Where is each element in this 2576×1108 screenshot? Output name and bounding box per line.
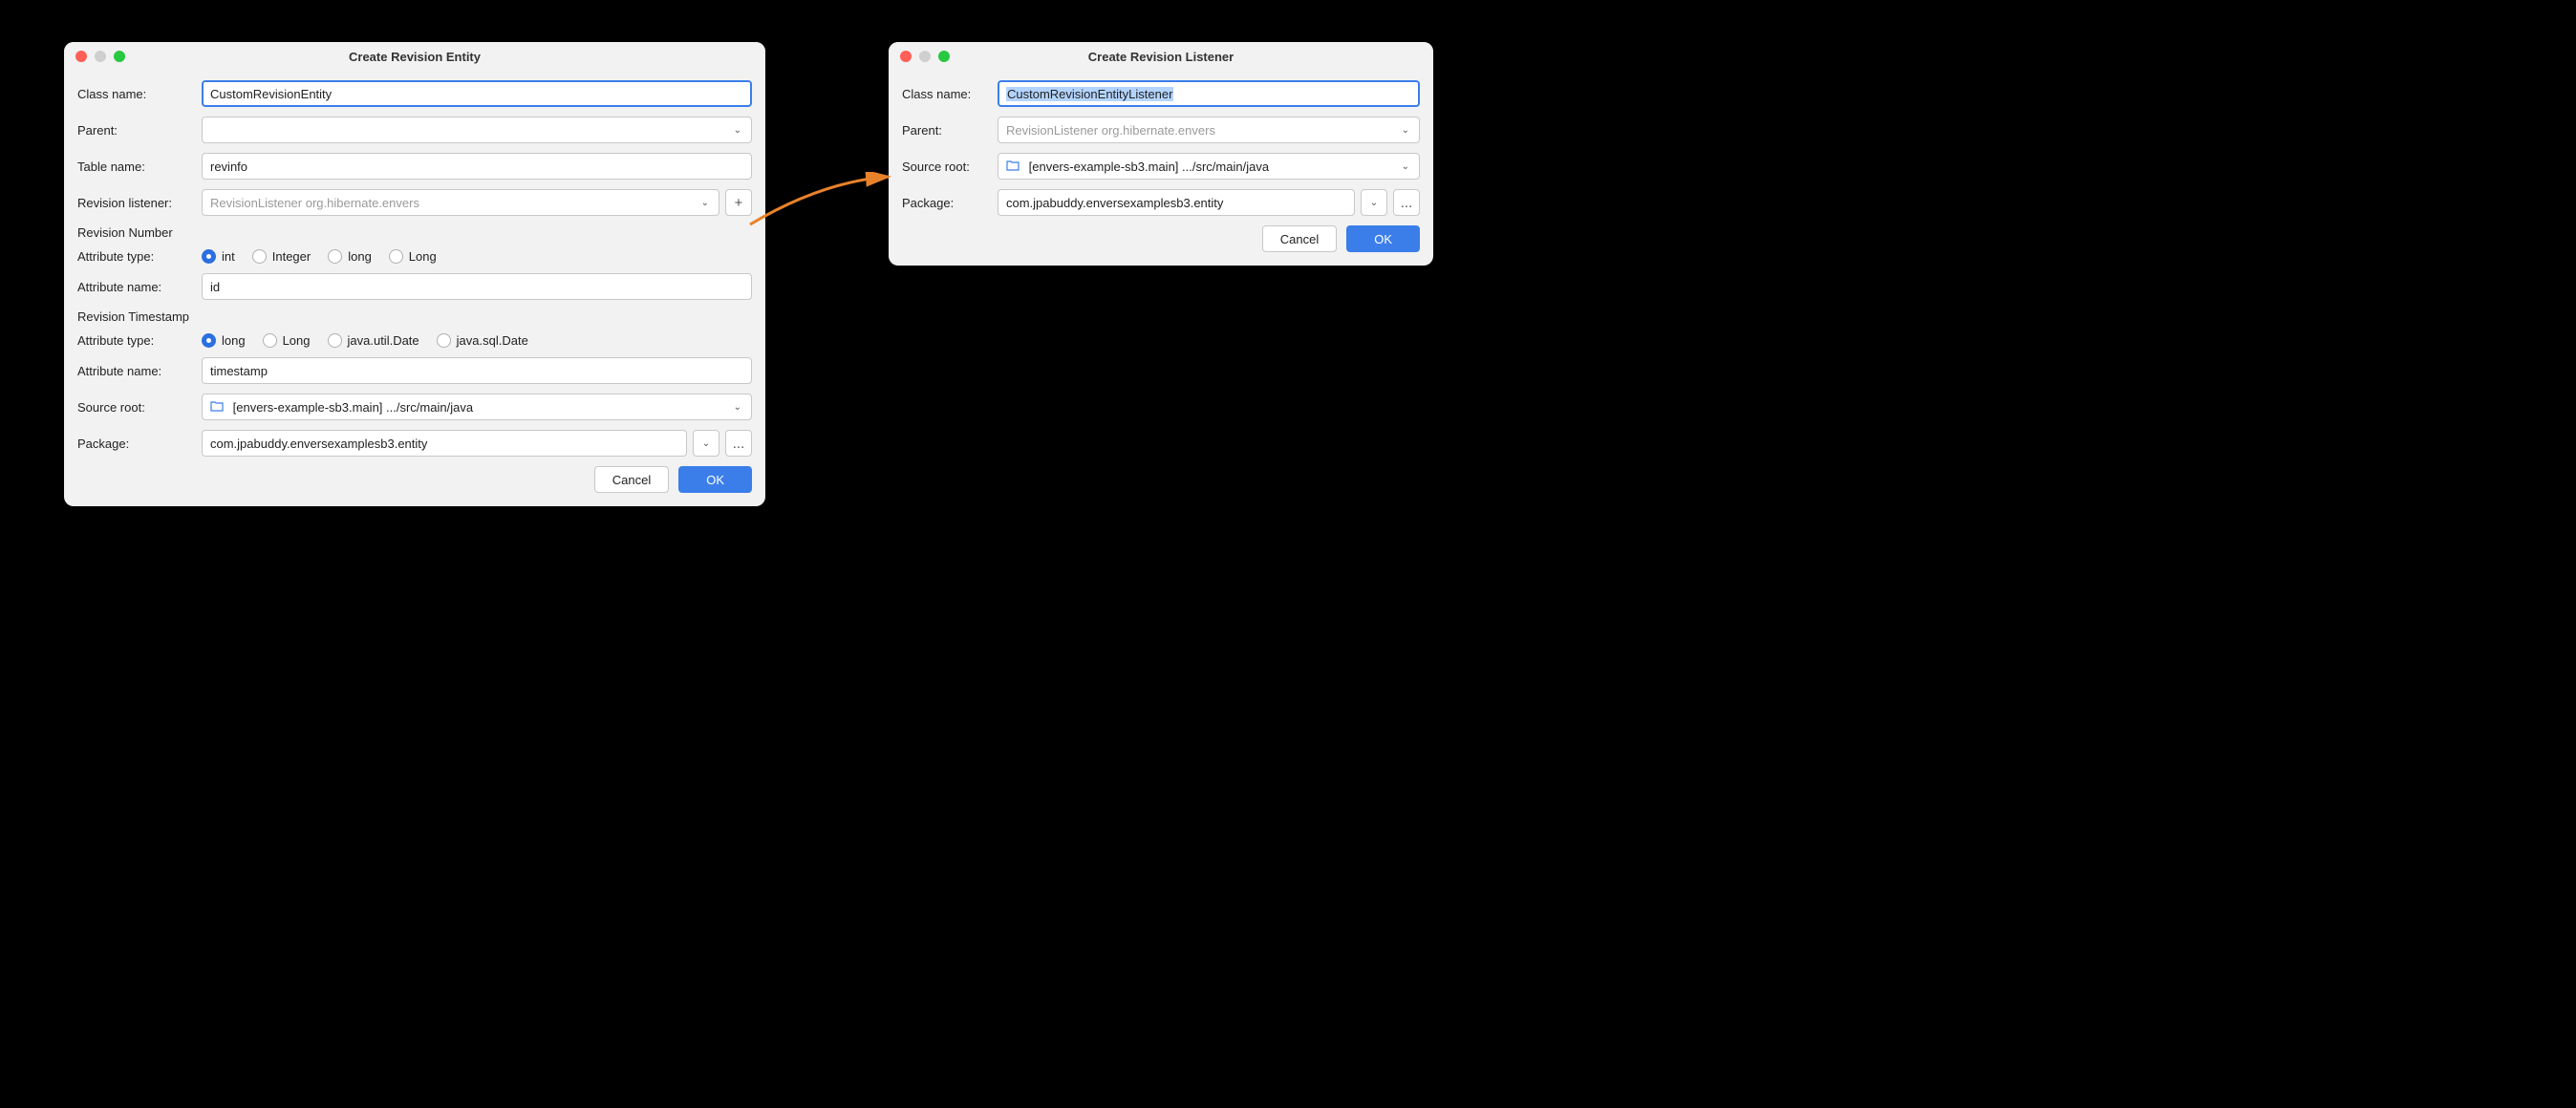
source-root-value: [envers-example-sb3.main] .../src/main/j… <box>233 400 473 415</box>
package-value: com.jpabuddy.enversexamplesb3.entity <box>1006 196 1223 210</box>
chevron-down-icon: ⌄ <box>1396 161 1415 172</box>
source-root-label: Source root: <box>77 400 202 415</box>
chevron-down-icon: ⌄ <box>728 402 747 413</box>
source-root-combo[interactable]: [envers-example-sb3.main] .../src/main/j… <box>998 153 1420 180</box>
class-name-label: Class name: <box>77 87 202 101</box>
package-history-dropdown[interactable]: ⌄ <box>693 430 719 457</box>
chevron-down-icon: ⌄ <box>728 125 747 136</box>
close-icon[interactable] <box>900 51 912 62</box>
table-name-value: revinfo <box>210 160 247 174</box>
parent-combo[interactable]: ⌄ <box>202 117 752 143</box>
folder-icon <box>1006 160 1020 171</box>
dialog-title: Create Revision Entity <box>64 50 765 64</box>
parent-placeholder: RevisionListener org.hibernate.envers <box>1006 123 1215 138</box>
rt-type-long-obj-radio[interactable]: Long <box>263 333 311 348</box>
ok-button[interactable]: OK <box>1346 225 1420 252</box>
rn-type-long-obj-radio[interactable]: Long <box>389 249 437 264</box>
rn-type-long-radio[interactable]: long <box>328 249 372 264</box>
package-label: Package: <box>77 437 202 451</box>
maximize-icon[interactable] <box>114 51 125 62</box>
minimize-icon[interactable] <box>95 51 106 62</box>
package-history-dropdown[interactable]: ⌄ <box>1361 189 1387 216</box>
folder-icon <box>210 400 224 412</box>
rn-attribute-type-radios: int Integer long Long <box>202 249 437 264</box>
chevron-down-icon: ⌄ <box>696 198 715 208</box>
revision-number-section: Revision Number <box>77 225 752 240</box>
rt-attribute-type-radios: long Long java.util.Date java.sql.Date <box>202 333 528 348</box>
revision-listener-placeholder: RevisionListener org.hibernate.envers <box>210 196 419 210</box>
class-name-label: Class name: <box>902 87 998 101</box>
rn-type-integer-radio[interactable]: Integer <box>252 249 311 264</box>
rn-type-int-radio[interactable]: int <box>202 249 235 264</box>
rn-attribute-name-value: id <box>210 280 220 294</box>
package-input[interactable]: com.jpabuddy.enversexamplesb3.entity <box>202 430 687 457</box>
class-name-input[interactable]: CustomRevisionEntity <box>202 80 752 107</box>
dialog-title: Create Revision Listener <box>889 50 1433 64</box>
rt-type-util-date-radio[interactable]: java.util.Date <box>328 333 419 348</box>
titlebar: Create Revision Entity <box>64 42 765 71</box>
create-revision-entity-dialog: Create Revision Entity Class name: Custo… <box>64 42 765 506</box>
titlebar: Create Revision Listener <box>889 42 1433 71</box>
source-root-combo[interactable]: [envers-example-sb3.main] .../src/main/j… <box>202 394 752 420</box>
add-listener-button[interactable]: + <box>725 189 752 216</box>
rn-attribute-name-input[interactable]: id <box>202 273 752 300</box>
class-name-value: CustomRevisionEntity <box>210 87 332 101</box>
ellipsis-icon: ... <box>733 436 745 452</box>
ellipsis-icon: ... <box>1401 195 1413 211</box>
rt-attribute-name-label: Attribute name: <box>77 364 202 378</box>
window-controls <box>900 51 950 62</box>
package-label: Package: <box>902 196 998 210</box>
rt-attribute-type-label: Attribute type: <box>77 333 202 348</box>
revision-listener-combo[interactable]: RevisionListener org.hibernate.envers ⌄ <box>202 189 719 216</box>
class-name-value: CustomRevisionEntityListener <box>1006 87 1173 101</box>
revision-listener-label: Revision listener: <box>77 196 202 210</box>
source-root-label: Source root: <box>902 160 998 174</box>
package-input[interactable]: com.jpabuddy.enversexamplesb3.entity <box>998 189 1355 216</box>
browse-package-button[interactable]: ... <box>725 430 752 457</box>
class-name-input[interactable]: CustomRevisionEntityListener <box>998 80 1420 107</box>
cancel-button[interactable]: Cancel <box>1262 225 1337 252</box>
window-controls <box>75 51 125 62</box>
rn-attribute-name-label: Attribute name: <box>77 280 202 294</box>
cancel-button[interactable]: Cancel <box>594 466 669 493</box>
browse-package-button[interactable]: ... <box>1393 189 1420 216</box>
parent-label: Parent: <box>77 123 202 138</box>
arrow-annotation <box>745 172 898 239</box>
source-root-value: [envers-example-sb3.main] .../src/main/j… <box>1029 160 1269 174</box>
rt-attribute-name-input[interactable]: timestamp <box>202 357 752 384</box>
rt-attribute-name-value: timestamp <box>210 364 268 378</box>
minimize-icon[interactable] <box>919 51 931 62</box>
rt-type-long-radio[interactable]: long <box>202 333 246 348</box>
rt-type-sql-date-radio[interactable]: java.sql.Date <box>437 333 528 348</box>
parent-label: Parent: <box>902 123 998 138</box>
rn-attribute-type-label: Attribute type: <box>77 249 202 264</box>
create-revision-listener-dialog: Create Revision Listener Class name: Cus… <box>889 42 1433 266</box>
revision-timestamp-section: Revision Timestamp <box>77 309 752 324</box>
close-icon[interactable] <box>75 51 87 62</box>
maximize-icon[interactable] <box>938 51 950 62</box>
ok-button[interactable]: OK <box>678 466 752 493</box>
table-name-label: Table name: <box>77 160 202 174</box>
table-name-input[interactable]: revinfo <box>202 153 752 180</box>
plus-icon: + <box>735 195 743 211</box>
package-value: com.jpabuddy.enversexamplesb3.entity <box>210 437 427 451</box>
parent-combo[interactable]: RevisionListener org.hibernate.envers ⌄ <box>998 117 1420 143</box>
chevron-down-icon: ⌄ <box>1396 125 1415 136</box>
